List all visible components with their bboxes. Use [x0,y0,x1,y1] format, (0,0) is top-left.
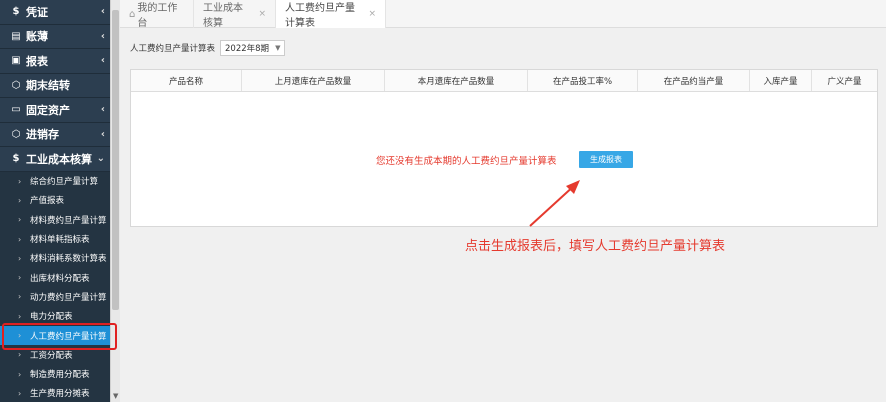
chevron-right-icon: › [18,273,22,283]
chevron-icon: ‹ [100,55,105,67]
column-header: 在产品投工率% [528,70,638,91]
submenu-item-label: 电力分配表 [30,312,73,323]
sidebar-item-0[interactable]: $ 凭证 ‹ [0,0,110,25]
submenu-item-1[interactable]: › 产值报表 [0,190,110,211]
submenu-item-label: 产值报表 [30,196,65,207]
sidebar-item-2[interactable]: ▣ 报表 ‹ [0,49,110,74]
submenu-item-10[interactable]: › 制造费用分配表 [0,364,110,384]
chevron-right-icon: › [18,292,22,302]
empty-state-message: 您还没有生成本期的人工费约旦产量计算表 [376,156,557,167]
submenu-item-2[interactable]: › 材料费约旦产量计算 [0,210,110,230]
sidebar-item-1[interactable]: ▤ 账薄 ‹ [0,25,110,49]
sidebar-item-4[interactable]: ▭ 固定资产 ‹ [0,98,110,123]
chevron-right-icon: › [18,388,22,398]
submenu-item-11[interactable]: › 生产费用分摊表 [0,383,110,402]
column-header: 本月遗库在产品数量 [385,70,528,91]
chevron-right-icon: › [18,311,22,321]
submenu-item-label: 材料单耗指标表 [30,235,90,246]
sidebar-item-label: 工业成本核算 [26,152,92,166]
sidebar-item-3[interactable]: ⬡ 期末结转 [0,74,110,98]
report-table-panel: 产品名称 上月遗库在产品数量 本月遗库在产品数量 在产品投工率% 在产品约当产量 入库产量… [130,69,878,227]
sidebar-item-label: 固定资产 [26,103,70,117]
submenu-item-6[interactable]: › 动力费约旦产量计算 [0,287,110,307]
tab-label: 工业成本核算 [203,3,243,29]
chevron-right-icon: › [18,369,22,379]
chevron-right-icon: › [18,215,22,225]
menu-icon: ⬡ [11,128,21,140]
close-icon[interactable]: × [258,9,266,19]
chevron-down-icon: ▼ [275,44,281,52]
submenu-item-label: 动力费约旦产量计算 [30,292,107,303]
sidebar-item-label: 凭证 [26,5,48,19]
tab-label: 人工费约旦产量计算表 [285,3,355,29]
tab-2[interactable]: 人工费约旦产量计算表 × [276,0,386,29]
report-filter: 人工费约旦产量计算表 2022年8期 ▼ [130,40,286,56]
column-header: 入库产量 [750,70,812,91]
sidebar-submenu: › 综合约旦产量计算 › 产值报表 › 材料费约旦产量计算 › 材料单耗指标表 › 材料消耗系数计… [0,171,110,402]
menu-icon: $ [12,153,20,165]
tab-label: 我的工作台 [137,3,178,29]
highlight-box [2,323,117,350]
chevron-right-icon: › [18,234,22,244]
sidebar-item-label: 账薄 [26,30,48,44]
chevron-right-icon: › [18,253,22,263]
menu-icon: $ [12,6,20,18]
close-icon[interactable]: × [368,9,376,19]
sidebar-item-label: 期末结转 [26,79,70,93]
table-header: 产品名称 上月遗库在产品数量 本月遗库在产品数量 在产品投工率% 在产品约当产量 入库产量… [131,70,877,92]
sidebar-item-5[interactable]: ⬡ 进销存 ‹ [0,123,110,147]
menu-icon: ⬡ [11,79,21,91]
period-value: 2022年8期 [225,44,270,54]
submenu-item-4[interactable]: › 材料消耗系数计算表 [0,248,110,268]
chevron-right-icon: › [18,195,22,205]
submenu-item-label: 制造费用分配表 [30,370,90,381]
tab-0[interactable]: ⌂ 我的工作台 [120,0,194,29]
chevron-icon: ⌄ [96,153,105,165]
column-header: 产品名称 [131,70,242,91]
sidebar-item-label: 进销存 [26,128,59,142]
sidebar-item-label: 报表 [26,54,48,68]
column-header: 在产品约当产量 [638,70,750,91]
filter-label: 人工费约旦产量计算表 [130,44,216,54]
tab-1[interactable]: 工业成本核算 × [194,0,276,29]
sidebar-item-6[interactable]: $ 工业成本核算 ⌄ [0,147,110,172]
chevron-icon: ‹ [100,128,105,140]
scrollbar-thumb[interactable] [112,10,119,310]
submenu-item-label: 综合约旦产量计算 [30,177,99,188]
chevron-icon: ‹ [100,30,105,42]
generate-report-button[interactable]: 生成报表 [579,151,633,168]
chevron-icon: ‹ [100,6,105,18]
chevron-right-icon: › [18,176,22,186]
menu-icon: ▣ [11,55,21,67]
submenu-item-label: 材料费约旦产量计算 [30,215,107,226]
app-window: $ 凭证 ‹ ▤ 账薄 ‹ ▣ 报表 ‹ ⬡ 期末结转 ▭ 固定资产 ‹ ⬡ 进销存 ‹ $ 工业成本核算 ⌄ › 综合… [0,0,886,402]
submenu-item-label: 出库材料分配表 [30,273,90,284]
submenu-item-label: 生产费用分摊表 [30,389,90,400]
scroll-down-arrow-icon[interactable]: ▼ [113,392,118,400]
submenu-item-5[interactable]: › 出库材料分配表 [0,267,110,288]
menu-icon: ▭ [11,104,21,116]
period-select[interactable]: 2022年8期 ▼ [220,40,286,56]
sidebar-menu: $ 凭证 ‹ ▤ 账薄 ‹ ▣ 报表 ‹ ⬡ 期末结转 ▭ 固定资产 ‹ ⬡ 进销存 ‹ $ 工业成本核算 ⌄ [0,0,110,172]
submenu-item-0[interactable]: › 综合约旦产量计算 [0,171,110,191]
column-header: 广义产量 [827,76,862,87]
submenu-item-3[interactable]: › 材料单耗指标表 [0,229,110,249]
home-icon: ⌂ [129,8,136,20]
column-header: 上月遗库在产品数量 [242,70,385,91]
menu-icon: ▤ [11,30,21,42]
tab-bar: ⌂ 我的工作台 工业成本核算 × 人工费约旦产量计算表 × [120,0,886,29]
submenu-item-label: 材料消耗系数计算表 [30,254,107,265]
chevron-right-icon: › [18,350,22,360]
annotation-text: 点击生成报表后，填写人工费约旦产量计算表 [465,239,726,254]
chevron-icon: ‹ [100,104,105,116]
submenu-item-label: 工资分配表 [30,350,73,361]
